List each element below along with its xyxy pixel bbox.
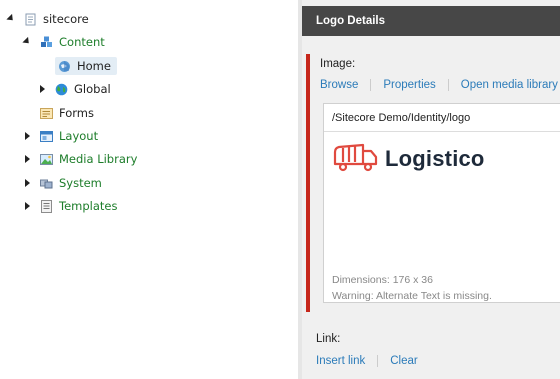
tree-node-templates[interactable]: Templates	[22, 196, 117, 216]
image-field: Image: Browse Properties Open media libr…	[306, 54, 560, 312]
tree-root-icon	[24, 13, 37, 26]
image-field-label: Image:	[320, 58, 356, 70]
system-icon	[40, 177, 53, 190]
tree-node-label: System	[59, 176, 102, 190]
tree-node-label: Global	[74, 82, 111, 96]
properties-button[interactable]: Properties	[383, 79, 435, 91]
expand-arrow-icon[interactable]	[37, 84, 47, 94]
tree-node-label: sitecore	[43, 12, 89, 26]
image-path: /Sitecore Demo/Identity/logo	[324, 104, 560, 132]
globe-icon	[55, 83, 68, 96]
command-separator	[377, 355, 379, 367]
logo-image: Logistico	[333, 142, 485, 175]
expand-arrow-icon[interactable]	[22, 178, 32, 188]
image-field-commands: Browse Properties Open media library	[320, 79, 558, 91]
insert-link-button[interactable]: Insert link	[316, 355, 365, 367]
content-editor: Logo Details Image: Browse Properties Op…	[302, 0, 560, 379]
clear-button[interactable]: Clear	[390, 355, 417, 367]
home-globe-icon	[58, 60, 71, 73]
tree-node-media-library[interactable]: Media Library	[22, 149, 137, 169]
expand-arrow-icon[interactable]	[22, 201, 32, 211]
image-dimensions: Dimensions: 176 x 36	[332, 274, 433, 286]
section-header-logo-details[interactable]: Logo Details	[302, 6, 560, 36]
tree-node-system[interactable]: System	[22, 173, 102, 193]
command-separator	[447, 79, 449, 91]
tree-node-content[interactable]: Content	[22, 32, 105, 52]
tree-node-forms[interactable]: Forms	[22, 103, 94, 123]
tree-node-global[interactable]: Global	[37, 79, 111, 99]
link-field-commands: Insert link Clear	[316, 355, 418, 367]
collapse-arrow-icon[interactable]	[6, 14, 16, 24]
expand-arrow-icon[interactable]	[22, 131, 32, 141]
expand-arrow-icon[interactable]	[22, 154, 32, 164]
tree-node-label: Forms	[59, 106, 94, 120]
tree-node-sitecore[interactable]: sitecore	[6, 9, 89, 29]
image-icon	[40, 153, 53, 166]
content-tree: sitecore Content Home Global Forms Layou…	[0, 0, 298, 379]
logo-wordmark: Logistico	[385, 145, 485, 171]
forms-icon	[40, 107, 53, 120]
alt-text-warning: Warning: Alternate Text is missing.	[332, 290, 492, 302]
tree-node-home[interactable]: Home	[37, 56, 117, 76]
link-field-label: Link:	[316, 333, 341, 345]
tree-node-layout[interactable]: Layout	[22, 126, 98, 146]
content-cubes-icon	[40, 36, 53, 49]
browse-button[interactable]: Browse	[320, 79, 358, 91]
tree-node-label: Content	[59, 35, 105, 49]
collapse-arrow-icon[interactable]	[22, 37, 32, 47]
tree-node-label: Layout	[59, 129, 99, 143]
selected-highlight: Home	[55, 57, 117, 75]
command-separator	[370, 79, 372, 91]
truck-logo-icon	[333, 142, 379, 175]
open-media-library-button[interactable]: Open media library	[461, 79, 558, 91]
image-preview-box[interactable]: /Sitecore Demo/Identity/logo Logistico D…	[323, 103, 560, 303]
tree-node-label: Templates	[59, 199, 118, 213]
tree-node-label: Media Library	[59, 152, 138, 166]
link-field: Link: Insert link Clear	[302, 322, 560, 379]
layout-icon	[40, 130, 53, 143]
templates-icon	[40, 199, 53, 213]
tree-node-label: Home	[77, 59, 111, 73]
